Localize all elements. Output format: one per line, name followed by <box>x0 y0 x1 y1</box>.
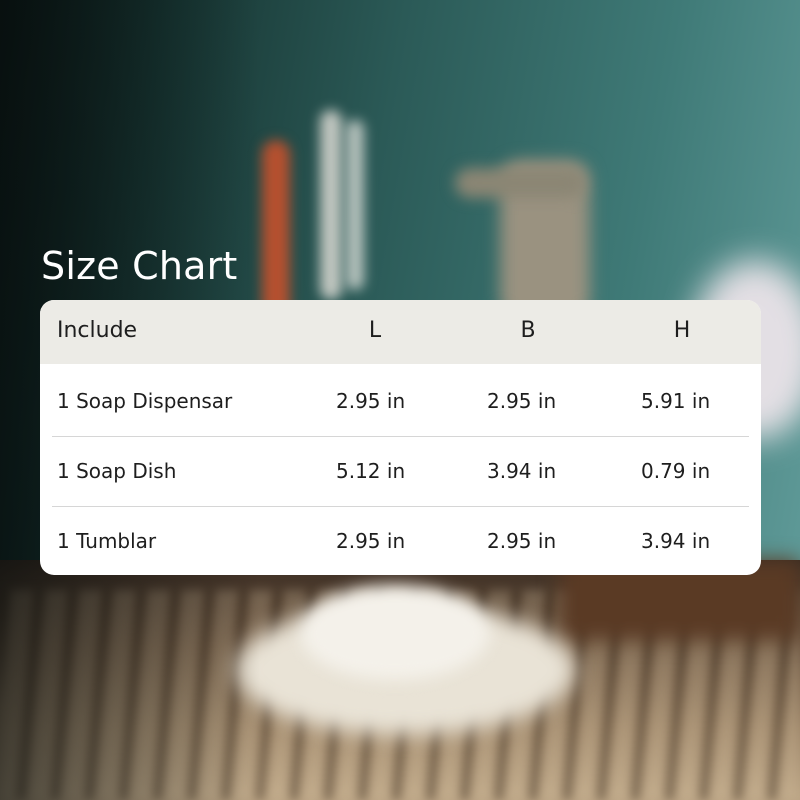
cell-height: 5.91 in <box>641 389 711 413</box>
cell-length: 2.95 in <box>336 389 406 413</box>
table-row: 1 Tumblar 2.95 in 2.95 in 3.94 in <box>40 506 761 575</box>
cell-item: 1 Tumblar <box>57 529 157 553</box>
table-row: 1 Soap Dispensar 2.95 in 2.95 in 5.91 in <box>40 366 761 436</box>
cell-height: 0.79 in <box>641 459 711 483</box>
cell-breadth: 2.95 in <box>487 389 557 413</box>
background-soap-bar <box>300 585 490 680</box>
size-chart-table: Include L B H 1 Soap Dispensar 2.95 in 2… <box>40 300 761 575</box>
cell-item: 1 Soap Dish <box>57 459 177 483</box>
table-row: 1 Soap Dish 5.12 in 3.94 in 0.79 in <box>40 436 761 506</box>
cell-breadth: 3.94 in <box>487 459 557 483</box>
background-soap-pump-head <box>455 168 585 198</box>
background-toothbrush <box>320 110 342 300</box>
cell-length: 5.12 in <box>336 459 406 483</box>
table-header-row: Include L B H <box>40 300 761 364</box>
page-title: Size Chart <box>41 244 238 288</box>
cell-item: 1 Soap Dispensar <box>57 389 233 413</box>
background-toothbrush <box>262 140 290 320</box>
background-toothbrush <box>346 120 364 290</box>
cell-breadth: 2.95 in <box>487 529 557 553</box>
cell-height: 3.94 in <box>641 529 711 553</box>
column-header-include: Include <box>57 318 138 343</box>
cell-length: 2.95 in <box>336 529 406 553</box>
